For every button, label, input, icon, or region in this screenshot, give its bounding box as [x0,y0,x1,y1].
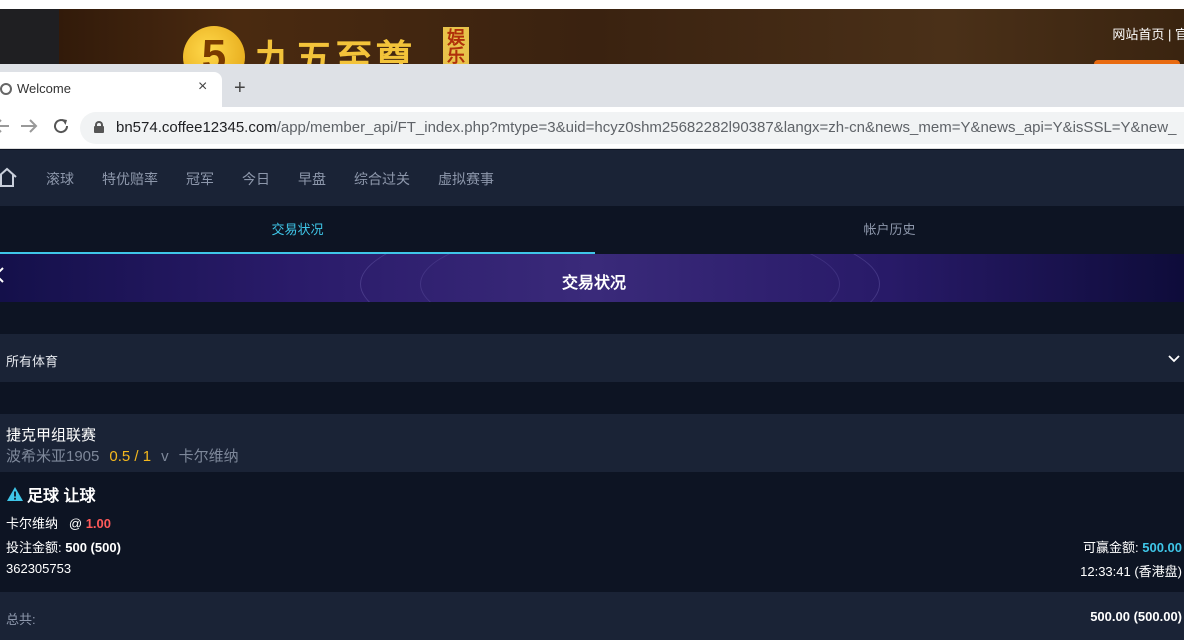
forward-arrow-icon[interactable] [20,117,38,135]
win-label: 可赢金额: [1082,540,1139,555]
banner-top-links[interactable]: 网站首页 | 官 [1112,24,1184,43]
nav-item-today[interactable]: 今日 [242,169,270,189]
match-header: 捷克甲组联赛 波希米亚1905 0.5 / 1 v 卡尔维纳 [0,414,1184,472]
browser-addressbar: bn574.coffee12345.com/app/member_api/FT_… [0,107,1184,149]
tab-transactions[interactable]: 交易状况 [0,206,595,254]
sport-filter-value: 所有体育 [6,354,59,369]
banner-dark-strip [0,9,59,64]
win-value: 500.00 [1142,540,1182,555]
main-nav: 滚球 特优赔率 冠军 今日 早盘 综合过关 虚拟赛事 [0,150,1184,206]
page-title: 交易状况 [561,275,626,292]
win-row: 可赢金额: 500.00 [1083,537,1182,556]
nav-item-early[interactable]: 早盘 [298,169,326,189]
at-sign: @ [68,516,83,531]
stake-label: 投注金额: [6,540,62,555]
away-team: 卡尔维纳 [178,448,239,465]
bet-detail: 足球 让球 卡尔维纳 @ 1.00 投注金额: 500 (500) 362305… [0,472,1184,592]
bet-title: 足球 让球 [6,482,95,506]
match-teams: 波希米亚1905 0.5 / 1 v 卡尔维纳 [6,445,239,466]
nav-item-outright[interactable]: 冠军 [186,169,214,189]
bet-selection: 卡尔维纳 @ 1.00 [6,513,111,532]
close-icon[interactable]: × [198,78,207,96]
bet-time: 12:33:41 (香港盘) [1080,564,1182,579]
reload-icon[interactable] [52,117,70,135]
pick-team: 卡尔维纳 [6,516,59,531]
total-value: 500.00 (500.00) [1090,609,1182,624]
tab-title: Welcome [17,81,71,96]
url-text: bn574.coffee12345.com/app/member_api/FT_… [116,119,1176,136]
browser-tab[interactable]: Welcome × [0,72,222,107]
warning-icon [7,487,23,501]
ticket-id: 362305753 [6,561,72,576]
stake-value: 500 (500) [65,540,121,555]
tab-account-history[interactable]: 帐户历史 [595,206,1184,254]
stake-row: 投注金额: 500 (500) [6,537,121,556]
league-name: 捷克甲组联赛 [6,427,97,444]
handicap-value: 0.5 / 1 [109,448,152,465]
url-path: /app/member_api/FT_index.php?mtype=3&uid… [276,119,1177,136]
bet-market: 足球 让球 [27,488,96,505]
logo-text: 九五至尊 [255,36,416,64]
back-arrow-icon[interactable] [0,117,10,135]
versus-label: v [161,448,169,465]
nav-item-parlay[interactable]: 综合过关 [354,169,410,189]
browser-tabbar: Welcome × + [0,64,1184,107]
nav-item-special-odds[interactable]: 特优赔率 [102,169,158,189]
globe-icon [0,83,12,95]
banner-background [0,9,1184,64]
home-icon[interactable] [0,166,18,188]
lock-icon [94,121,104,133]
sub-tabs: 交易状况 帐户历史 [0,206,1184,254]
home-team: 波希米亚1905 [6,448,100,465]
site-banner: 5 九五至尊 娱乐 网站首页 | 官 [0,0,1184,64]
nav-item-live[interactable]: 滚球 [46,169,74,189]
total-label: 总共: [6,612,36,627]
logo-tag: 娱乐 [443,27,469,64]
nav-items: 滚球 特优赔率 冠军 今日 早盘 综合过关 虚拟赛事 [46,169,522,189]
url-host: bn574.coffee12345.com [116,119,277,136]
sport-filter-select[interactable]: 所有体育 [0,334,1184,382]
page-hero: 交易状况 [0,254,1184,302]
total-row: 总共: 500.00 (500.00) [0,592,1184,640]
bet-odds: 1.00 [85,516,111,531]
new-tab-button[interactable]: + [234,78,246,98]
nav-item-virtual[interactable]: 虚拟赛事 [438,169,494,189]
spacer [0,302,1184,334]
spacer [0,382,1184,414]
chevron-down-icon [1168,355,1180,363]
url-input[interactable]: bn574.coffee12345.com/app/member_api/FT_… [80,112,1184,144]
